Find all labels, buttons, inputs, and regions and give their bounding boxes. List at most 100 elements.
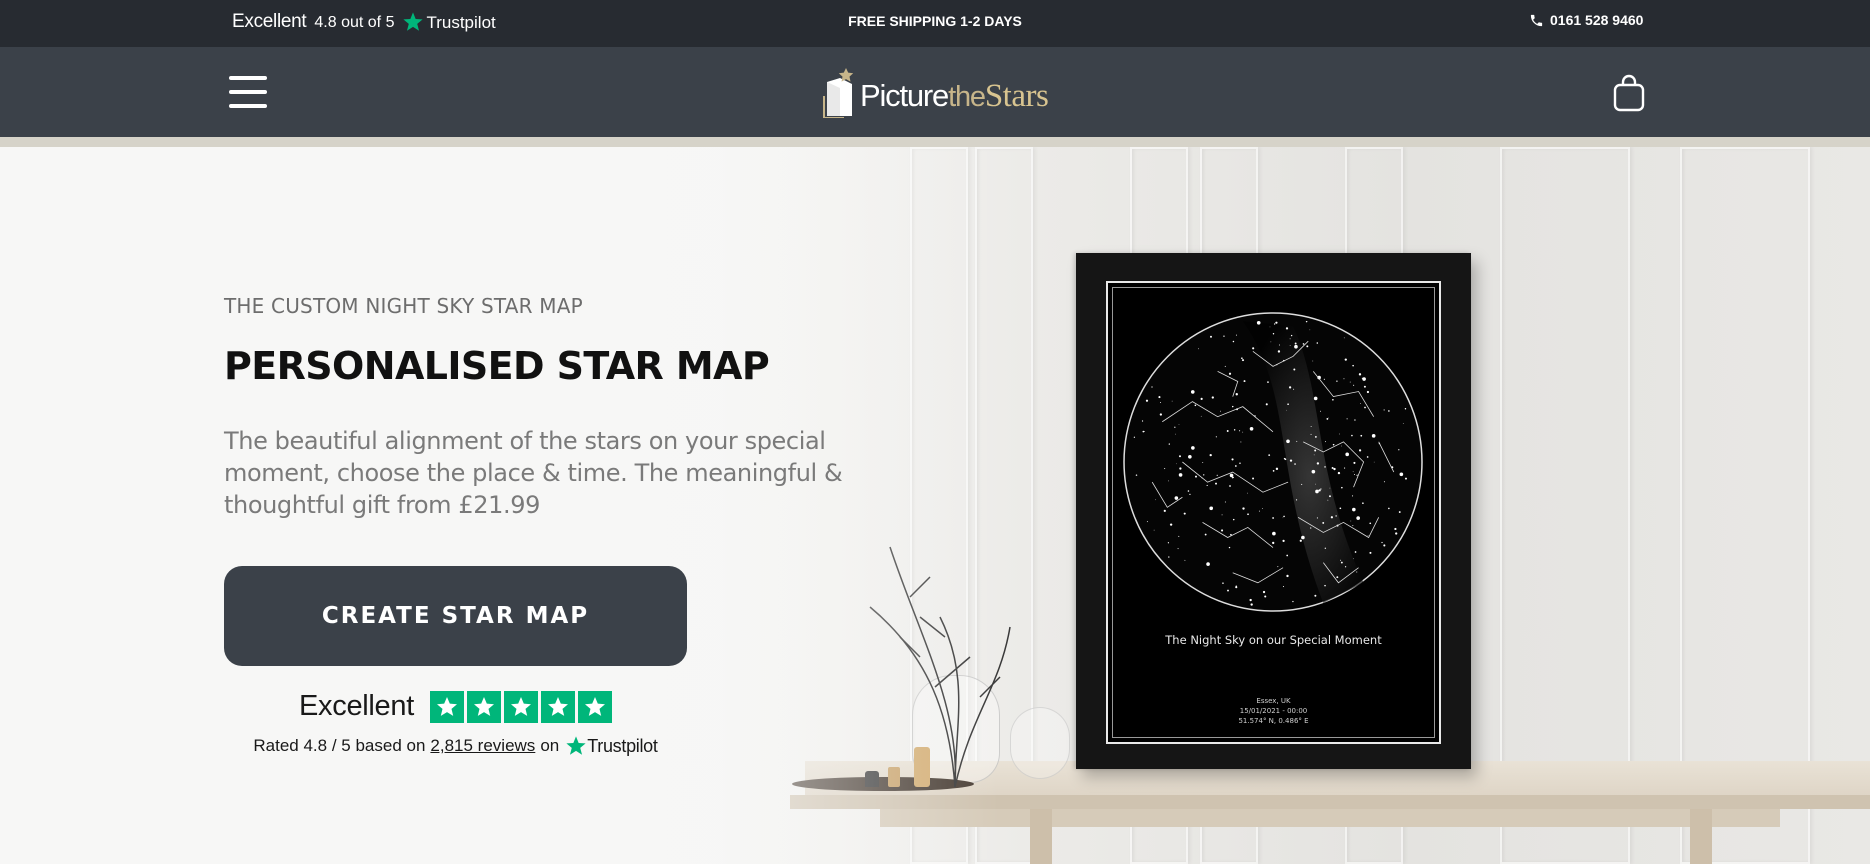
hero-title: PERSONALISED STAR MAP <box>224 344 770 388</box>
sky-star <box>1316 517 1318 519</box>
sky-star <box>1358 373 1362 376</box>
sky-star <box>1328 417 1329 419</box>
hero-description: The beautiful alignment of the stars on … <box>224 427 843 519</box>
sky-star <box>1339 507 1342 510</box>
sky-star <box>1264 595 1267 598</box>
sky-star <box>1366 456 1369 458</box>
sky-star <box>1314 594 1317 597</box>
sky-star <box>1226 430 1229 432</box>
sky-star <box>1324 547 1327 549</box>
sky-star <box>1145 399 1149 402</box>
sky-star <box>1356 571 1358 573</box>
poster-caption: The Night Sky on our Special Moment <box>1165 633 1382 647</box>
sky-star <box>1178 535 1180 537</box>
sky-star <box>1146 521 1148 523</box>
sky-star <box>1320 488 1322 490</box>
sky-star <box>1324 584 1326 587</box>
sky-star <box>1313 454 1315 456</box>
sky-star <box>1142 430 1145 433</box>
sky-star <box>1301 483 1303 485</box>
sky-star <box>1200 415 1202 417</box>
sky-star <box>1222 582 1224 584</box>
sky-star <box>1398 511 1401 513</box>
sky-star <box>1336 380 1338 382</box>
sky-star <box>1282 539 1285 543</box>
hamburger-menu-icon[interactable] <box>229 76 269 110</box>
shopping-bag-icon[interactable] <box>1612 74 1646 112</box>
sky-star <box>1235 334 1237 336</box>
sky-star <box>1369 551 1372 554</box>
sky-star <box>1404 408 1407 410</box>
sky-star <box>1371 434 1376 438</box>
phone-link[interactable]: 0161 528 9460 <box>1529 12 1643 28</box>
sky-star <box>1272 517 1274 519</box>
sky-star <box>1353 461 1356 464</box>
sky-star <box>1324 466 1326 468</box>
sky-star <box>1360 402 1361 404</box>
sky-star <box>1329 487 1331 489</box>
site-logo[interactable]: PicturetheStars <box>822 63 1049 121</box>
phone-icon <box>1530 14 1543 26</box>
sky-star <box>1275 321 1278 324</box>
sky-star <box>1343 467 1346 469</box>
sky-star <box>1151 386 1153 388</box>
sky-star <box>1322 521 1325 524</box>
sky-star <box>1279 344 1281 346</box>
sky-star <box>1174 426 1176 428</box>
sky-star <box>1381 541 1383 544</box>
create-star-map-button[interactable]: CREATE STAR MAP <box>224 566 687 666</box>
sky-star <box>1327 499 1329 501</box>
sky-star <box>1286 439 1290 444</box>
sky-star <box>1343 378 1345 380</box>
sky-star <box>1282 517 1284 519</box>
top-bar: Excellent 4.8 out of 5 Trustpilot FREE S… <box>0 0 1870 47</box>
sky-star <box>1277 350 1281 353</box>
sky-star <box>1286 554 1289 557</box>
sky-star <box>1341 486 1343 489</box>
sky-star <box>1265 403 1268 406</box>
sky-star <box>1256 320 1261 325</box>
sky-star <box>1316 342 1319 344</box>
sky-star <box>1358 449 1362 452</box>
sky-star <box>1269 326 1271 328</box>
sky-star <box>1135 474 1138 476</box>
sky-star <box>1343 337 1345 339</box>
sky-star <box>1247 513 1249 516</box>
header-divider <box>0 137 1870 147</box>
sky-star <box>1331 466 1334 469</box>
sky-star <box>1270 341 1272 343</box>
sky-star <box>1366 390 1370 394</box>
trustpilot-excellent-label: Excellent <box>299 690 414 722</box>
sky-star <box>1200 397 1203 400</box>
star-map-circle <box>1123 312 1423 612</box>
sky-star <box>1337 471 1341 475</box>
sky-star <box>1305 320 1308 323</box>
sky-star <box>1209 453 1212 457</box>
sky-star <box>1399 472 1404 477</box>
sky-star <box>1183 512 1186 515</box>
sky-star <box>1285 327 1289 330</box>
sky-star <box>1247 492 1248 494</box>
sky-star <box>1272 541 1275 545</box>
sky-star <box>1184 559 1186 561</box>
trustpilot-reviews-link[interactable]: 2,815 reviews <box>430 736 535 756</box>
sky-star <box>1351 495 1354 497</box>
sky-star <box>1341 445 1342 447</box>
sky-star <box>1155 499 1156 501</box>
sky-star <box>1210 335 1212 338</box>
sky-star <box>1286 409 1287 411</box>
sky-star <box>1329 495 1331 498</box>
sky-star <box>1295 499 1298 501</box>
trustpilot-widget[interactable]: Excellent Rated 4.8 / 5 based on 2,815 r… <box>224 690 687 757</box>
sky-star <box>1352 525 1354 527</box>
sky-star <box>1282 585 1285 588</box>
sky-star <box>1206 562 1210 566</box>
sky-star <box>1364 406 1366 409</box>
sky-star <box>1354 473 1356 475</box>
sky-star <box>1294 344 1298 349</box>
sky-star <box>1354 551 1357 553</box>
trustpilot-star-icon <box>566 736 586 755</box>
sky-star <box>1346 418 1348 420</box>
sky-star <box>1301 535 1305 540</box>
table-leg <box>1690 809 1712 864</box>
